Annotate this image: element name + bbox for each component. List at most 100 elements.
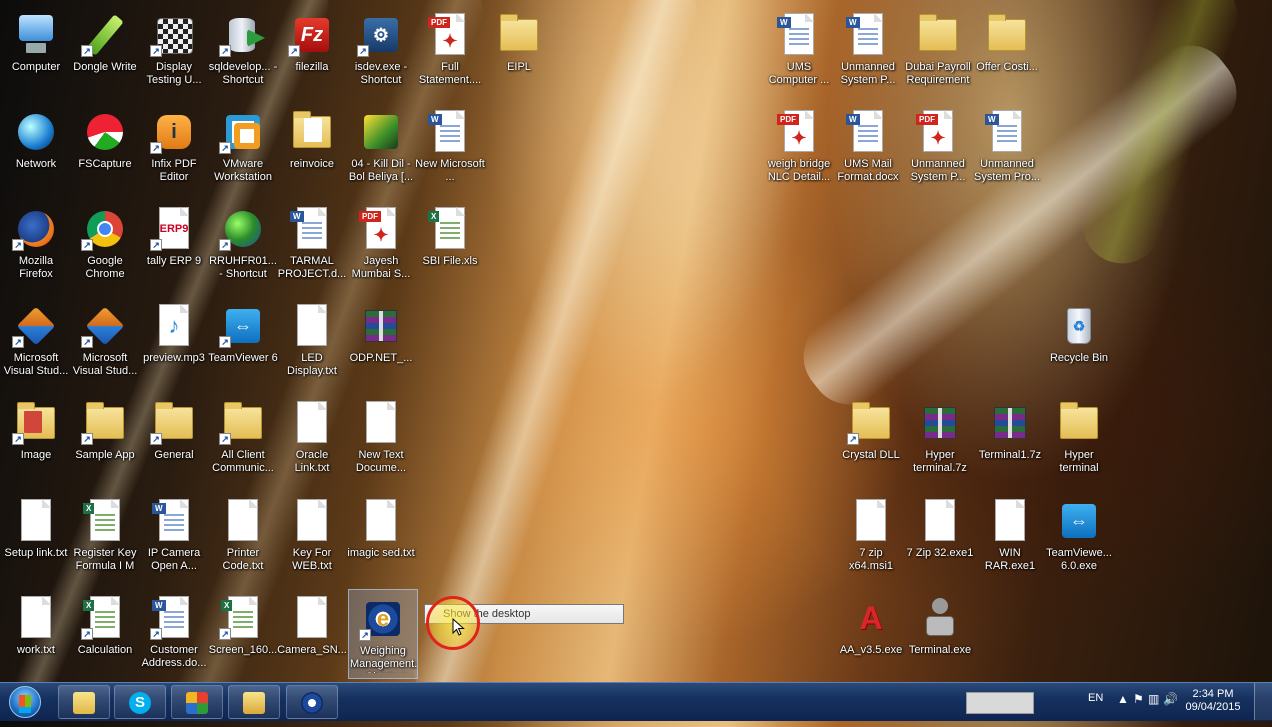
installer-icon: ⚙ ↗ [357, 11, 405, 59]
desktop-icon-sbi-file[interactable]: X SBI File.xls [414, 200, 486, 290]
desktop-icon-image[interactable]: ↗ Image [0, 394, 72, 484]
folder-icon [983, 11, 1031, 59]
winrar-archive-icon [357, 302, 405, 350]
desktop-icon-isdev[interactable]: ⚙ ↗ isdev.exe - Shortcut [345, 6, 417, 96]
desktop-icon-all-client[interactable]: ↗ All Client Communic... [207, 394, 279, 484]
pdf-file-icon: PDF ✦ [426, 11, 474, 59]
show-desktop-button[interactable] [1254, 683, 1272, 720]
desktop-icon-computer[interactable]: Computer [0, 6, 72, 96]
taskbar-button-skype[interactable]: S [114, 685, 166, 719]
desktop-icon-tarmal-project[interactable]: W TARMAL PROJECT.d... [276, 200, 348, 290]
desktop-icon-kill-dil[interactable]: 04 - Kill Dil - Bol Beliya [... [345, 103, 417, 193]
desktop-icon-ums-computer[interactable]: W UMS Computer ... [763, 6, 835, 96]
desktop-icon-sqldeveloper[interactable]: ↗ sqldevelop... - Shortcut [207, 6, 279, 96]
desktop-icon-network[interactable]: Network [0, 103, 72, 193]
desktop-icon-sample-app[interactable]: ↗ Sample App [69, 394, 141, 484]
desktop-icon-recycle-bin[interactable]: ♻ Recycle Bin [1043, 297, 1115, 387]
desktop-icon-register-key[interactable]: X Register Key Formula I M [69, 492, 141, 582]
desktop-icon-new-microsoft[interactable]: W New Microsoft ... [414, 103, 486, 193]
desktop-icon-led-display[interactable]: LED Display.txt [276, 297, 348, 387]
desktop-icon-unmanned-system-pro[interactable]: W Unmanned System Pro... [971, 103, 1043, 193]
desktop-icon-odp-net[interactable]: ODP.NET_... [345, 297, 417, 387]
desktop-icon-printer-code[interactable]: Printer Code.txt [207, 492, 279, 582]
desktop-icon-reinvoice[interactable]: reinvoice [276, 103, 348, 193]
desktop-icon-camera-sn[interactable]: Camera_SN... [276, 589, 348, 679]
desktop-icon-imagic-sed[interactable]: imagic sed.txt [345, 492, 417, 582]
desktop-icon-screen-160[interactable]: X ↗ Screen_160... [207, 589, 279, 679]
taskbar-button-app-grid[interactable] [171, 685, 223, 719]
desktop-icon-visual-studio-1[interactable]: ↗ Microsoft Visual Stud... [0, 297, 72, 387]
taskbar-button-weighing[interactable] [286, 685, 338, 719]
checkerboard-icon: ↗ [150, 11, 198, 59]
desktop-icon-tally[interactable]: ERP9 ↗ tally ERP 9 [138, 200, 210, 290]
desktop-icon-unmanned-system-p1[interactable]: W Unmanned System P... [832, 6, 904, 96]
desktop-icon-winrar-exe[interactable]: WIN RAR.exe1 [974, 492, 1046, 582]
desktop-icon-terminal-exe[interactable]: Terminal.exe [904, 589, 976, 679]
desktop-icon-jayesh-mumbai[interactable]: PDF ✦ Jayesh Mumbai S... [345, 200, 417, 290]
desktop-icon-rruhfr01[interactable]: ↗ RRUHFR01... - Shortcut [207, 200, 279, 290]
desktop-icon-7zip-32[interactable]: 7 Zip 32.exe1 [904, 492, 976, 582]
desktop-icon-dubai-payroll[interactable]: Dubai Payroll Requirement [902, 6, 974, 96]
taskbar-button-explorer[interactable] [228, 685, 280, 719]
desktop-icon-terminal1-7z[interactable]: Terminal1.7z [974, 394, 1046, 484]
desktop-icon-setup-link[interactable]: Setup link.txt [0, 492, 72, 582]
visual-studio-icon: ↗ [81, 302, 129, 350]
desktop-icon-work[interactable]: work.txt [0, 589, 72, 679]
desktop-icon-general[interactable]: ↗ General [138, 394, 210, 484]
desktop-icon-filezilla[interactable]: Fz ↗ filezilla [276, 6, 348, 96]
desktop-icon-offer-costing[interactable]: Offer Costi... [971, 6, 1043, 96]
desktop-icon-oracle-link[interactable]: Oracle Link.txt [276, 394, 348, 484]
volume-icon[interactable]: 🔊 [1163, 692, 1178, 706]
language-indicator[interactable]: EN [1088, 692, 1103, 704]
desktop-icon-weigh-bridge-nlc[interactable]: PDF ✦ weigh bridge NLC Detail... [763, 103, 835, 193]
desktop-icon-weighing-management[interactable]: e↗ Weighing Management.exe - Shortcut [348, 589, 418, 679]
computer-icon [12, 11, 60, 59]
desktop-icon-ip-camera[interactable]: W IP Camera Open A... [138, 492, 210, 582]
desktop-icon-chrome[interactable]: ↗ Google Chrome [69, 200, 141, 290]
desktop-icon-dongle-write[interactable]: ↗ Dongle Write [69, 6, 141, 96]
pen-icon: ↗ [81, 11, 129, 59]
system-clock[interactable]: 2:34 PM 09/04/2015 [1182, 688, 1244, 714]
desktop-icon-full-statement[interactable]: PDF ✦ Full Statement.... [414, 6, 486, 96]
start-button[interactable] [6, 685, 46, 719]
word-file-icon: W ↗ [150, 594, 198, 642]
desktop-icon-preview-mp3[interactable]: ♪ preview.mp3 [138, 297, 210, 387]
pdf-file-icon: PDF ✦ [914, 108, 962, 156]
mouse-cursor-icon [452, 618, 465, 636]
vmware-icon: ↗ [219, 108, 267, 156]
desktop-icon-visual-studio-2[interactable]: ↗ Microsoft Visual Stud... [69, 297, 141, 387]
excel-file-icon: X ↗ [81, 594, 129, 642]
desktop-icon-firefox[interactable]: ↗ Mozilla Firefox [0, 200, 72, 290]
desktop-icon-teamviewer-exe[interactable]: ⇔ TeamViewe... 6.0.exe [1043, 492, 1115, 582]
desktop-icon-unmanned-system-p2[interactable]: PDF ✦ Unmanned System P... [902, 103, 974, 193]
desktop-icon-infix-pdf[interactable]: i ↗ Infix PDF Editor [138, 103, 210, 193]
desktop-icon-customer-address[interactable]: W ↗ Customer Address.do... [138, 589, 210, 679]
globe-icon: ↗ [219, 205, 267, 253]
desktop-icon-display-testing[interactable]: ↗ Display Testing U... [138, 6, 210, 96]
folder-icon: ↗ [847, 399, 895, 447]
word-file-icon: W [288, 205, 336, 253]
desktop-icon-crystal-dll[interactable]: ↗ Crystal DLL [835, 394, 907, 484]
app-grid-icon [186, 692, 208, 714]
desktop-icon-calculation[interactable]: X ↗ Calculation [69, 589, 141, 679]
desktop-icon-aa-v3[interactable]: A AA_v3.5.exe [835, 589, 907, 679]
desktop-icon-new-text-document[interactable]: New Text Docume... [345, 394, 417, 484]
folder-note-icon [73, 692, 95, 714]
flag-icon[interactable]: ⚑ [1133, 692, 1144, 706]
desktop-icon-hyper-terminal[interactable]: Hyper terminal [1043, 394, 1115, 484]
desktop-icon-vmware[interactable]: ↗ VMware Workstation [207, 103, 279, 193]
network-monitor-widget[interactable] [966, 692, 1034, 714]
desktop-icon-hyper-terminal-7z[interactable]: Hyper terminal.7z [904, 394, 976, 484]
desktop-icon-key-for-web[interactable]: Key For WEB.txt [276, 492, 348, 582]
start-orb-icon [9, 686, 41, 718]
desktop-icon-fscapture[interactable]: FSCapture [69, 103, 141, 193]
database-icon: ↗ [219, 11, 267, 59]
desktop-icon-teamviewer-6[interactable]: ⇔ ↗ TeamViewer 6 [207, 297, 279, 387]
network-tray-icon[interactable]: ▥ [1148, 692, 1159, 706]
desktop-icon-eipl[interactable]: EIPL [483, 6, 555, 96]
taskbar-button-notes[interactable] [58, 685, 110, 719]
desktop-icon-7zip-x64[interactable]: 7 zip x64.msi1 [835, 492, 907, 582]
desktop-icon-ums-mail-format[interactable]: W UMS Mail Format.docx [832, 103, 904, 193]
network-icon [12, 108, 60, 156]
tray-expand-icon[interactable]: ▲ [1117, 692, 1129, 706]
